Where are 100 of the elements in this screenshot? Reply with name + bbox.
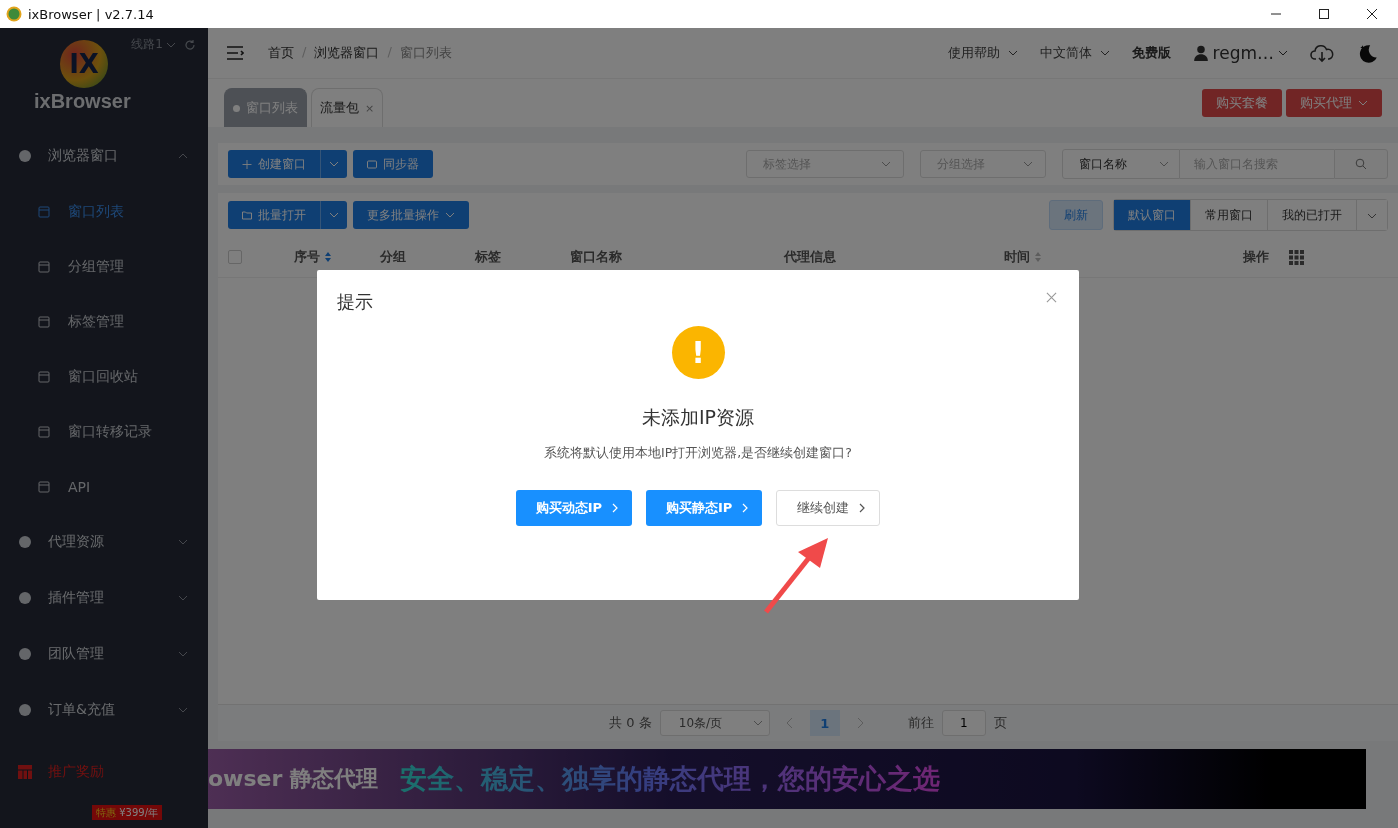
page-icon [38, 370, 50, 383]
page-size-select[interactable]: 10条/页 [659, 710, 770, 736]
total-count: 共 0 条 [609, 714, 652, 732]
chevron-right-icon [859, 503, 866, 513]
next-page-icon[interactable] [855, 717, 864, 729]
plus-icon [242, 159, 252, 169]
column-header: 时间 [1004, 248, 1243, 266]
column-header: 序号 [294, 248, 380, 266]
chevron-icon [178, 153, 188, 159]
banner-text: owser 静态代理 [208, 765, 378, 793]
price-badge: 特惠 ¥399/年 [92, 805, 162, 820]
cloud-download-icon[interactable] [1310, 42, 1334, 64]
chevron-down-icon [329, 161, 339, 167]
menu-item[interactable]: 浏览器窗口 [0, 128, 208, 184]
menu-item[interactable]: 订单&充值 [0, 682, 208, 738]
brand-name: ixBrowser [34, 90, 131, 113]
select-all-checkbox[interactable] [228, 250, 242, 264]
chevron-right-icon [612, 503, 618, 513]
page-icon [38, 205, 50, 218]
chevron-icon [178, 707, 188, 713]
previous-page-icon[interactable] [785, 717, 794, 729]
promo-banner[interactable]: owser 静态代理 安全、稳定、独享的静态代理，您的安心之选 [208, 749, 1366, 809]
page-icon [38, 425, 50, 438]
chevron-icon [178, 539, 188, 545]
batch-actions-button[interactable]: 更多批量操作 [353, 201, 469, 229]
chevron-down-icon [1358, 100, 1368, 106]
column-header: 窗口名称 [570, 248, 623, 266]
refresh-button[interactable]: 刷新 [1049, 200, 1103, 230]
submenu-item[interactable]: 标签管理 [0, 294, 208, 349]
chevron-down-icon [329, 212, 339, 218]
search-icon [1355, 158, 1367, 170]
goto-label: 前往 [907, 714, 934, 732]
sync-button[interactable]: 同步器 [353, 150, 433, 178]
menu-item[interactable]: 团队管理 [0, 626, 208, 682]
user-menu[interactable]: regm… [1192, 43, 1288, 63]
page-icon [38, 480, 50, 493]
submenu-item[interactable]: 窗口回收站 [0, 349, 208, 404]
chevron-down-icon [166, 41, 176, 48]
chevron-down-icon [1099, 50, 1110, 56]
buy-plan-button[interactable]: 购买套餐 [1202, 89, 1282, 117]
breadcrumb-item[interactable]: 浏览器窗口 [314, 44, 380, 62]
page-number[interactable]: 1 [809, 710, 840, 736]
submenu-item[interactable]: 窗口列表 [0, 184, 208, 239]
dropdown-button[interactable] [320, 150, 347, 178]
menu-item[interactable]: 代理资源 [0, 514, 208, 570]
chevron-down-icon [445, 212, 455, 218]
sort-icon [1034, 251, 1042, 263]
language-menu[interactable]: 中文简体 [1039, 44, 1110, 62]
chevron-down-icon [1159, 161, 1169, 167]
column-header: 操作 [1243, 248, 1269, 266]
chevron-down-icon [1278, 50, 1288, 56]
column-header: 代理信息 [784, 248, 837, 266]
dialog-message: 系统将默认使用本地IP打开浏览器,是否继续创建窗口? [544, 445, 852, 462]
column-header: 分组 [380, 248, 407, 266]
sort-icon [324, 251, 332, 263]
view-tab[interactable]: 默认窗口 [1114, 200, 1191, 230]
close-icon[interactable] [1366, 8, 1378, 20]
folder-icon [242, 210, 252, 220]
submenu-item[interactable]: 分组管理 [0, 239, 208, 294]
help-menu[interactable]: 使用帮助 [947, 44, 1018, 62]
breadcrumb-separator: / [387, 44, 392, 61]
menu-item[interactable]: 插件管理 [0, 570, 208, 626]
refresh-icon[interactable] [184, 38, 196, 51]
plan-label: 免费版 [1131, 44, 1171, 62]
create-window-button[interactable]: 创建窗口 [228, 150, 320, 178]
user-icon [1192, 45, 1209, 61]
chevron-icon [178, 595, 188, 601]
buy-proxy-button[interactable]: 购买代理 [1286, 89, 1382, 117]
brand-logo: IX [60, 40, 108, 88]
chevron-right-icon [742, 503, 749, 513]
columns-grid-icon[interactable] [1289, 249, 1304, 265]
grid-icon [18, 765, 32, 779]
search-field-select[interactable]: 窗口名称 [1062, 149, 1180, 179]
chevron-down-icon [881, 161, 891, 167]
tab[interactable]: 流量包 × [311, 88, 384, 127]
dropdown-button[interactable] [320, 201, 347, 229]
submenu-item[interactable]: API [0, 459, 208, 514]
maximize-icon[interactable] [1318, 8, 1330, 20]
batch-open-button[interactable]: 批量打开 [228, 201, 320, 229]
chevron-down-icon [1007, 50, 1018, 56]
page-unit: 页 [993, 714, 1007, 732]
page-icon [38, 315, 50, 328]
chevron-icon [178, 651, 188, 657]
app-logo-icon [6, 6, 22, 22]
chevron-down-icon [1367, 213, 1377, 219]
dialog-button[interactable]: 购买动态IP [515, 490, 632, 526]
submenu-item[interactable]: 窗口转移记录 [0, 404, 208, 459]
page-input[interactable]: 1 [941, 710, 986, 736]
window-title: ixBrowser | v2.7.14 [28, 6, 154, 22]
page-icon [38, 260, 50, 273]
breadcrumb-separator: / [302, 44, 307, 61]
dialog-button[interactable]: 继续创建 [776, 490, 881, 526]
breadcrumb-item[interactable]: 首页 [268, 44, 294, 62]
warning-icon: ! [671, 326, 725, 379]
dialog-button[interactable]: 购买静态IP [646, 490, 763, 526]
column-header: 标签 [475, 248, 502, 266]
screen-icon [367, 159, 377, 169]
chevron-down-icon [1023, 161, 1033, 167]
dialog-heading: 未添加IP资源 [641, 405, 755, 430]
chevron-down-icon [752, 720, 763, 726]
